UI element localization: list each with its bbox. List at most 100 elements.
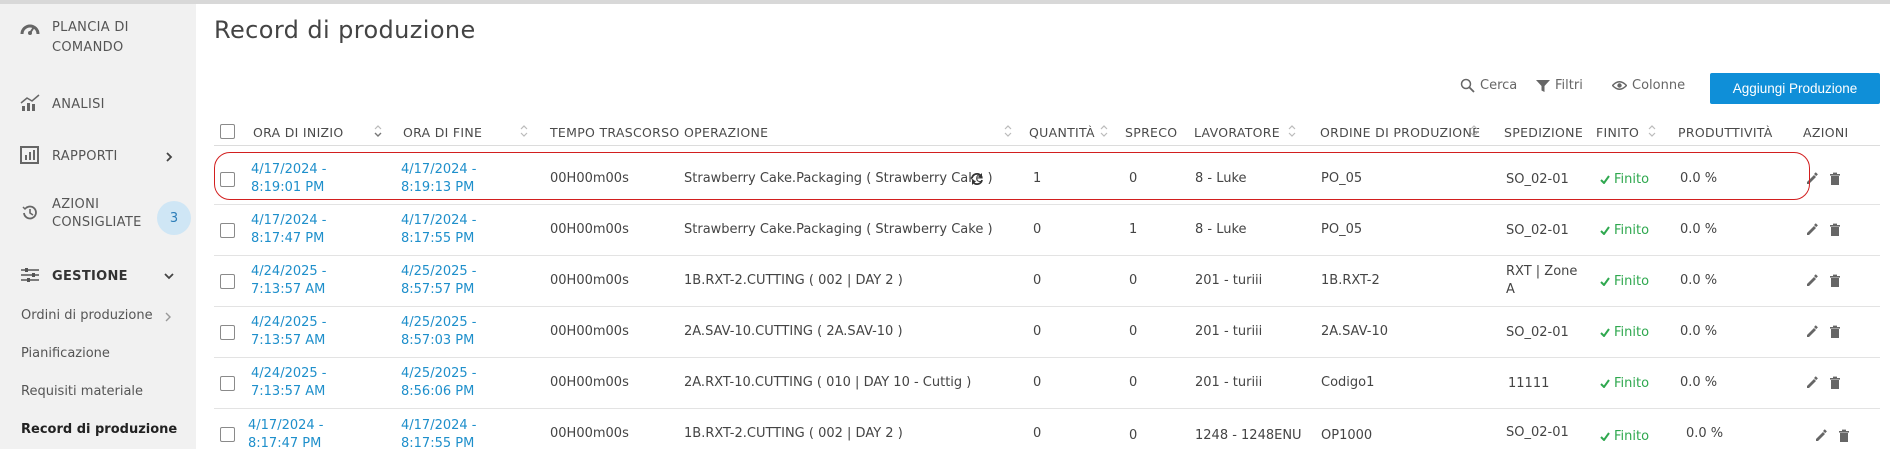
- columns-button[interactable]: Colonne: [1612, 78, 1685, 93]
- edit-icon[interactable]: [1805, 325, 1819, 339]
- edit-icon[interactable]: [1814, 429, 1828, 443]
- trash-icon[interactable]: [1828, 172, 1842, 186]
- quantity: 0: [1033, 375, 1042, 390]
- productivity: 0.0 %: [1680, 375, 1718, 390]
- sort-icon[interactable]: [1288, 124, 1296, 138]
- operation: 1B.RXT-2.CUTTING ( 002 | DAY 2 ): [684, 426, 903, 441]
- end-time-link[interactable]: 4/17/2024 - 8:17:55 PM: [401, 417, 501, 453]
- end-time-link[interactable]: 4/17/2024 - 8:17:55 PM: [401, 212, 501, 248]
- edit-icon[interactable]: [1805, 376, 1819, 390]
- end-time-link[interactable]: 4/25/2025 - 8:56:06 PM: [401, 365, 501, 401]
- edit-icon[interactable]: [1805, 223, 1819, 237]
- check-icon: [1600, 226, 1610, 235]
- start-time-link[interactable]: 4/24/2025 - 7:13:57 AM: [251, 263, 351, 299]
- sidebar-item-label: PLANCIA DI COMANDO: [52, 20, 129, 55]
- table-row[interactable]: 4/17/2024 - 8:17:47 PM 4/17/2024 - 8:17:…: [214, 205, 1880, 256]
- waste: 0: [1129, 375, 1138, 390]
- production-order: OP1000: [1321, 428, 1373, 443]
- status-label: Finito: [1614, 325, 1650, 340]
- elapsed-time: 00H00m00s: [550, 426, 629, 441]
- table-row[interactable]: 4/24/2025 - 7:13:57 AM 4/25/2025 - 8:56:…: [214, 358, 1880, 409]
- sidebar-subitem-production-records[interactable]: Record di produzione: [21, 422, 177, 437]
- search-button[interactable]: Cerca: [1460, 78, 1517, 93]
- sort-icon[interactable]: [1648, 124, 1656, 138]
- elapsed-time: 00H00m00s: [550, 375, 629, 390]
- sidebar-subitem-material-requirements[interactable]: Requisiti materiale: [21, 384, 143, 399]
- sidebar-item-label: ANALISI: [52, 96, 105, 112]
- status-badge: Finito: [1600, 223, 1649, 238]
- sort-icon[interactable]: [1470, 124, 1478, 138]
- edit-icon[interactable]: [1805, 274, 1819, 288]
- sidebar-item-reports[interactable]: RAPPORTI: [20, 146, 118, 166]
- column-header-elapsed[interactable]: TEMPO TRASCORSO: [550, 125, 680, 140]
- productivity: 0.0 %: [1686, 426, 1724, 441]
- production-order: 2A.SAV-10: [1321, 324, 1388, 339]
- sidebar-item-label: GESTIONE: [52, 268, 128, 284]
- start-time-link[interactable]: 4/24/2025 - 7:13:57 AM: [251, 314, 351, 350]
- row-checkbox[interactable]: [220, 376, 235, 391]
- worker: 201 - turiii: [1195, 375, 1263, 390]
- sidebar-item-suggested-actions[interactable]: AZIONI CONSIGLIATE: [20, 196, 142, 232]
- column-header-productivity[interactable]: PRODUTTIVITÀ: [1678, 125, 1773, 140]
- worker: 201 - turiii: [1195, 273, 1263, 288]
- waste: 0: [1129, 428, 1138, 443]
- column-header-shipping[interactable]: SPEDIZIONE: [1504, 125, 1583, 140]
- worker: 201 - turiii: [1195, 324, 1263, 339]
- column-header-start[interactable]: ORA DI INIZIO: [253, 125, 344, 140]
- sidebar-item-management[interactable]: GESTIONE: [20, 266, 128, 286]
- table-row[interactable]: 4/24/2025 - 7:13:57 AM 4/25/2025 - 8:57:…: [214, 256, 1880, 307]
- status-badge: Finito: [1600, 325, 1649, 340]
- sort-icon[interactable]: [1100, 124, 1108, 138]
- status-badge: Finito: [1600, 274, 1649, 289]
- start-time-link[interactable]: 4/17/2024 - 8:17:47 PM: [251, 212, 351, 248]
- trash-icon[interactable]: [1837, 429, 1851, 443]
- sliders-icon: [20, 266, 42, 286]
- chart-icon: [20, 94, 42, 114]
- end-time-link[interactable]: 4/25/2025 - 8:57:03 PM: [401, 314, 501, 350]
- search-icon: [1460, 78, 1475, 93]
- trash-icon[interactable]: [1828, 325, 1842, 339]
- row-checkbox[interactable]: [220, 274, 235, 289]
- column-header-quantity[interactable]: QUANTITÀ: [1029, 125, 1095, 140]
- column-header-production-order[interactable]: ORDINE DI PRODUZIONE: [1320, 125, 1480, 140]
- row-checkbox[interactable]: [220, 427, 235, 442]
- shipping: SO_02-01: [1506, 425, 1569, 440]
- elapsed-time: 00H00m00s: [550, 324, 629, 339]
- column-header-operation[interactable]: OPERAZIONE: [684, 125, 768, 140]
- status-label: Finito: [1614, 223, 1650, 238]
- column-header-end[interactable]: ORA DI FINE: [403, 125, 482, 140]
- row-checkbox[interactable]: [220, 325, 235, 340]
- worker: 1248 - 1248ENU: [1195, 428, 1302, 443]
- end-time-link[interactable]: 4/25/2025 - 8:57:57 PM: [401, 263, 501, 299]
- table-row[interactable]: 4/17/2024 - 8:17:47 PM 4/17/2024 - 8:17:…: [214, 409, 1880, 460]
- trash-icon[interactable]: [1828, 223, 1842, 237]
- chevron-right-icon[interactable]: [164, 152, 174, 162]
- column-header-worker[interactable]: LAVORATORE: [1194, 125, 1280, 140]
- sidebar-item-analysis[interactable]: ANALISI: [20, 94, 105, 114]
- select-all-checkbox[interactable]: [220, 124, 235, 139]
- sidebar-subitem-planning[interactable]: Pianificazione: [21, 346, 110, 361]
- sort-icon[interactable]: [1004, 124, 1012, 138]
- start-time-link[interactable]: 4/24/2025 - 7:13:57 AM: [251, 365, 351, 401]
- chevron-right-icon[interactable]: [163, 312, 173, 322]
- quantity: 0: [1033, 426, 1042, 441]
- sidebar-subitem-production-orders[interactable]: Ordini di produzione: [21, 308, 153, 323]
- row-checkbox[interactable]: [220, 223, 235, 238]
- sort-icon[interactable]: [374, 124, 382, 138]
- table-row[interactable]: 4/24/2025 - 7:13:57 AM 4/25/2025 - 8:57:…: [214, 307, 1880, 358]
- waste: 0: [1129, 273, 1138, 288]
- sidebar-item-dashboard[interactable]: PLANCIA DI COMANDO: [20, 20, 172, 60]
- filters-button[interactable]: Filtri: [1536, 78, 1583, 93]
- add-production-button[interactable]: Aggiungi Produzione: [1710, 73, 1880, 104]
- notification-badge: 3: [157, 201, 191, 235]
- worker: 8 - Luke: [1195, 222, 1247, 237]
- shipping: SO_02-01: [1506, 325, 1569, 340]
- column-header-waste[interactable]: SPRECO: [1125, 125, 1177, 140]
- operation: Strawberry Cake.Packaging ( Strawberry C…: [684, 222, 993, 237]
- trash-icon[interactable]: [1828, 376, 1842, 390]
- trash-icon[interactable]: [1828, 274, 1842, 288]
- start-time-link[interactable]: 4/17/2024 - 8:17:47 PM: [248, 417, 348, 453]
- sort-icon[interactable]: [520, 124, 528, 138]
- column-header-finished[interactable]: FINITO: [1596, 125, 1639, 140]
- chevron-down-icon[interactable]: [164, 271, 174, 281]
